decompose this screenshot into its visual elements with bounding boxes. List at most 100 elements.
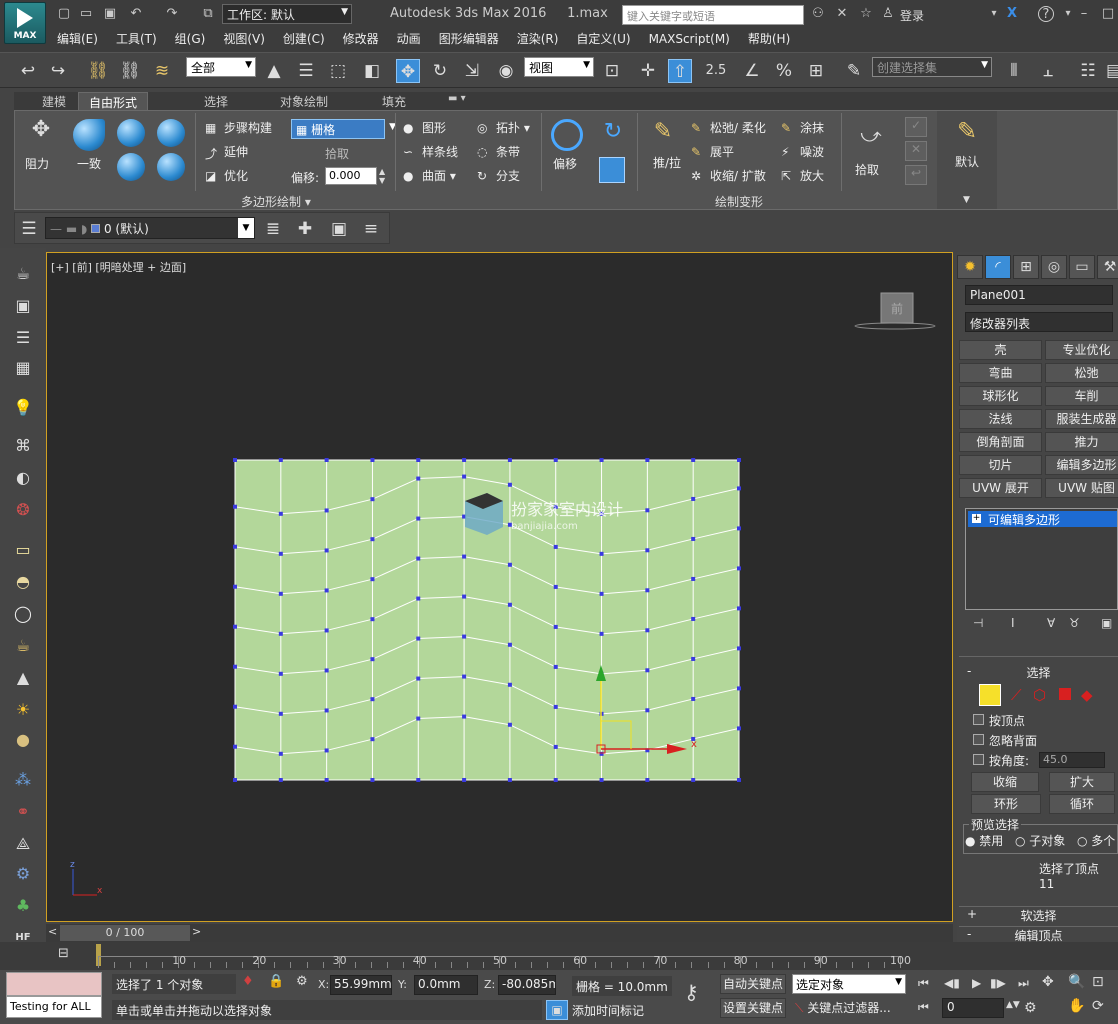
modifier-button[interactable]: 服装生成器 bbox=[1045, 409, 1118, 429]
shape-button[interactable]: ● 图形 bbox=[403, 119, 446, 137]
mesh-vertex[interactable] bbox=[324, 588, 329, 593]
mesh-vertex[interactable] bbox=[691, 616, 696, 621]
mesh-vertex[interactable] bbox=[416, 716, 421, 721]
mesh-vertex[interactable] bbox=[737, 646, 741, 651]
gear-icon[interactable]: ⚙ bbox=[11, 862, 35, 886]
rotate-brush-icon[interactable] bbox=[157, 119, 185, 147]
mesh-vertex[interactable] bbox=[233, 584, 237, 589]
noise-button[interactable]: ⚡ 噪波 bbox=[781, 143, 824, 161]
align-icon[interactable]: ⫠ bbox=[1036, 59, 1060, 83]
workspace-dropdown[interactable]: 工作区: 默认 ▼ bbox=[222, 4, 352, 24]
menu-item[interactable]: 工具(T) bbox=[107, 28, 166, 49]
login-dropdown-icon[interactable]: ▾ bbox=[986, 6, 1002, 22]
mesh-vertex[interactable] bbox=[462, 634, 467, 639]
configure-sets-icon[interactable]: ▣ bbox=[1101, 616, 1112, 630]
mesh-vertex[interactable] bbox=[507, 482, 512, 487]
front-viewport[interactable]: [+] [前] [明暗处理 + 边面] 前 扮家家室内设计 banjiajia.… bbox=[46, 252, 953, 922]
key-filters-button[interactable]: ⟍ 关键点过滤器... bbox=[792, 998, 906, 1018]
menu-item[interactable]: 视图(V) bbox=[214, 28, 274, 49]
reference-coordinate-dropdown[interactable]: 视图 ▼ bbox=[524, 57, 594, 77]
grow-button[interactable]: 扩大 bbox=[1049, 772, 1115, 792]
pinch-brush-icon[interactable] bbox=[157, 153, 185, 181]
undo-icon[interactable]: ↩ bbox=[16, 59, 40, 83]
mesh-vertex[interactable] bbox=[645, 588, 650, 593]
select-and-place-icon[interactable]: ◉ bbox=[494, 59, 518, 83]
mesh-vertex[interactable] bbox=[462, 594, 467, 599]
mesh-vertex[interactable] bbox=[553, 664, 558, 669]
mesh-vertex[interactable] bbox=[691, 496, 696, 501]
drag-resist-icon[interactable]: ✥ bbox=[25, 117, 57, 149]
modifier-stack[interactable]: + 可编辑多边形 bbox=[965, 508, 1118, 610]
grass-icon[interactable]: ♣ bbox=[11, 894, 35, 918]
mesh-vertex[interactable] bbox=[278, 711, 283, 716]
mesh-vertex[interactable] bbox=[507, 778, 512, 782]
help-dropdown-icon[interactable]: ▾ bbox=[1060, 6, 1076, 22]
selection-rollout-header[interactable]: - 选择 bbox=[959, 664, 1118, 682]
mirror-icon[interactable]: ⫴ bbox=[1002, 59, 1026, 83]
shift-button[interactable]: 偏移 bbox=[553, 155, 577, 172]
mesh-vertex[interactable] bbox=[416, 636, 421, 641]
viewport-canvas[interactable]: 前 扮家家室内设计 banjiajia.com x z x bbox=[47, 253, 952, 921]
mesh-vertex[interactable] bbox=[737, 486, 741, 491]
mesh-vertex[interactable] bbox=[691, 656, 696, 661]
select-and-scale-icon[interactable]: ⇲ bbox=[460, 59, 484, 83]
edge-mode-icon[interactable]: ⟋ bbox=[1011, 686, 1022, 704]
vertex-mode-icon[interactable] bbox=[979, 684, 1001, 706]
mesh-vertex[interactable] bbox=[370, 697, 375, 702]
mesh-vertex[interactable] bbox=[462, 458, 467, 462]
maxscript-mini-listener-top[interactable] bbox=[6, 972, 102, 996]
mesh-vertex[interactable] bbox=[416, 516, 421, 521]
mesh-vertex[interactable] bbox=[462, 554, 467, 559]
mesh-vertex[interactable] bbox=[370, 657, 375, 662]
mesh-vertex[interactable] bbox=[233, 664, 237, 669]
mesh-vertex[interactable] bbox=[507, 562, 512, 567]
ball-icon[interactable]: ● bbox=[11, 728, 35, 752]
by-angle-checkbox[interactable] bbox=[973, 754, 984, 765]
viewcube-label[interactable]: 前 bbox=[891, 301, 903, 316]
mesh-vertex[interactable] bbox=[599, 778, 604, 782]
snaps-toggle-icon[interactable]: 2.5 bbox=[704, 59, 728, 83]
mesh-vertex[interactable] bbox=[370, 577, 375, 582]
resist-button[interactable]: 阻力 bbox=[25, 155, 49, 172]
absolute-mode-icon[interactable]: ⚙ bbox=[296, 974, 308, 989]
maxscript-mini-listener[interactable]: Testing for ALL bbox=[6, 996, 102, 1018]
goto-start-icon[interactable]: ⏮ bbox=[918, 976, 929, 991]
mesh-vertex[interactable] bbox=[645, 548, 650, 553]
mesh-vertex[interactable] bbox=[416, 556, 421, 561]
set-current-layer-icon[interactable]: ≡ bbox=[359, 217, 383, 241]
mesh-vertex[interactable] bbox=[599, 458, 604, 462]
strips-button[interactable]: ◌ 条带 bbox=[477, 143, 520, 161]
mesh-vertex[interactable] bbox=[691, 536, 696, 541]
mesh-vertex[interactable] bbox=[233, 624, 237, 629]
mesh-vertex[interactable] bbox=[645, 708, 650, 713]
show-end-result-icon[interactable]: Ⅰ bbox=[1011, 616, 1015, 630]
scale-brush2-icon[interactable] bbox=[599, 157, 625, 183]
time-tag-icon[interactable]: ▣ bbox=[546, 1000, 568, 1020]
lock-selection-icon[interactable]: 🔒 bbox=[268, 974, 284, 989]
mesh-vertex[interactable] bbox=[370, 537, 375, 542]
select-and-link-icon[interactable]: ⛓ bbox=[86, 59, 110, 83]
select-objects-in-layer-icon[interactable]: ▣ bbox=[327, 217, 351, 241]
list-icon[interactable]: ☰ bbox=[11, 326, 35, 350]
table-icon[interactable]: ▦ bbox=[11, 356, 35, 380]
mesh-vertex[interactable] bbox=[324, 778, 329, 782]
menu-item[interactable]: 自定义(U) bbox=[567, 28, 639, 49]
mesh-vertex[interactable] bbox=[462, 714, 467, 719]
mesh-vertex[interactable] bbox=[278, 551, 283, 556]
modifier-list-dropdown[interactable]: 修改器列表 bbox=[965, 312, 1113, 332]
mesh-vertex[interactable] bbox=[278, 671, 283, 676]
sphere-icon[interactable]: ◯ bbox=[11, 602, 35, 626]
pin-stack-icon[interactable]: ⊣ bbox=[973, 616, 983, 630]
zoom-icon[interactable]: 🔍 bbox=[1068, 974, 1085, 990]
push-pull-icon[interactable]: ✎ bbox=[647, 119, 679, 151]
offset-input[interactable]: 0.000 bbox=[325, 167, 377, 185]
mesh-vertex[interactable] bbox=[278, 751, 283, 756]
mesh-vertex[interactable] bbox=[324, 548, 329, 553]
select-object-icon[interactable]: ▲ bbox=[262, 59, 286, 83]
select-and-manipulate-icon[interactable]: ✛ bbox=[636, 59, 660, 83]
surface-button[interactable]: ● 曲面 ▾ bbox=[403, 167, 456, 185]
next-frame-icon[interactable]: ▮▶ bbox=[990, 976, 1006, 990]
ribbon-options-icon[interactable]: ▬ ▾ bbox=[438, 92, 476, 110]
mesh-vertex[interactable] bbox=[324, 508, 329, 513]
element-mode-icon[interactable]: ◆ bbox=[1081, 686, 1093, 704]
